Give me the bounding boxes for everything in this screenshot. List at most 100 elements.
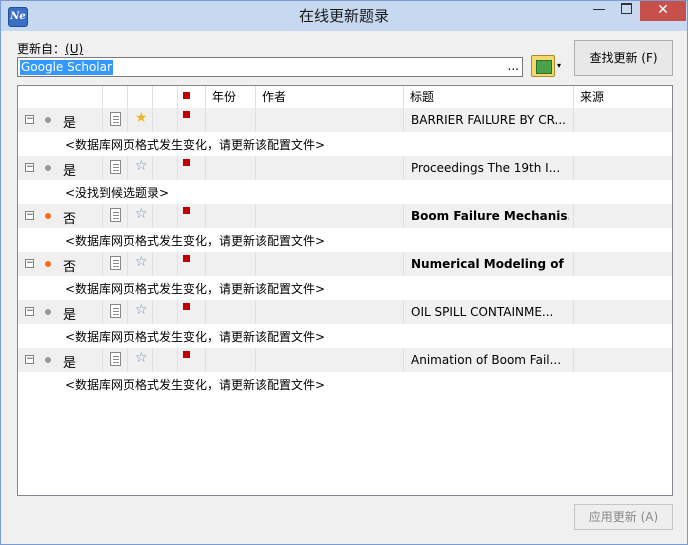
document-icon[interactable] [110, 208, 121, 222]
column-divider [573, 156, 574, 180]
row-note: <数据库网页格式发生变化，请更新该配置文件> [65, 330, 326, 344]
document-icon[interactable] [110, 160, 121, 174]
column-divider [127, 252, 128, 276]
list-item[interactable]: <数据库网页格式发生变化，请更新该配置文件> [18, 228, 672, 252]
row-note: <数据库网页格式发生变化，请更新该配置文件> [65, 378, 326, 392]
column-divider [152, 108, 153, 132]
col-header-star[interactable] [128, 86, 153, 108]
column-divider [102, 348, 103, 372]
column-divider [102, 300, 103, 324]
column-divider [177, 108, 178, 132]
flag-icon [183, 351, 190, 358]
column-divider [102, 252, 103, 276]
column-divider [403, 156, 404, 180]
table-row[interactable]: − 否 ☆ Numerical Modeling of ... [18, 252, 672, 276]
list-item[interactable]: <数据库网页格式发生变化，请更新该配置文件> [18, 276, 672, 300]
col-header-expand[interactable] [18, 86, 103, 108]
column-divider [177, 348, 178, 372]
star-icon[interactable]: ★ [135, 110, 148, 126]
column-divider [127, 108, 128, 132]
row-note: <数据库网页格式发生变化，请更新该配置文件> [65, 138, 326, 152]
collapse-icon[interactable]: − [25, 211, 34, 220]
column-divider [205, 204, 206, 228]
status-dot [45, 357, 51, 363]
row-title: Numerical Modeling of ... [411, 257, 569, 271]
column-divider [177, 204, 178, 228]
status-dot [45, 117, 51, 123]
row-title: BARRIER FAILURE BY CR... [411, 113, 566, 127]
status-dot [45, 309, 51, 315]
column-divider [255, 348, 256, 372]
maximize-button[interactable] [613, 1, 639, 21]
table-row[interactable]: − 是 ☆ OIL SPILL CONTAINME... [18, 300, 672, 324]
update-from-text: 更新自： [17, 42, 66, 56]
row-title: Proceedings The 19th I... [411, 161, 561, 175]
match-status: 是 [63, 308, 77, 323]
browse-ellipsis[interactable]: ... [508, 59, 519, 73]
column-divider [102, 108, 103, 132]
flag-icon [183, 111, 190, 118]
find-updates-button[interactable]: 查找更新 (F) [574, 40, 673, 76]
source-combo-input[interactable]: Google Scholar ... [17, 57, 523, 77]
star-icon[interactable]: ☆ [135, 254, 148, 270]
list-item[interactable]: <没找到候选题录> [18, 180, 672, 204]
column-divider [205, 300, 206, 324]
update-references-window: Ne 在线更新题录 — ✕ 更新自：(U) Google Scholar ...… [0, 0, 688, 545]
star-icon[interactable]: ☆ [135, 158, 148, 174]
match-status: 是 [63, 116, 77, 131]
document-icon[interactable] [110, 112, 121, 126]
close-button[interactable]: ✕ [640, 1, 686, 21]
column-divider [152, 348, 153, 372]
col-header-doc[interactable] [103, 86, 128, 108]
database-icon [536, 60, 552, 74]
table-row[interactable]: − 是 ☆ Proceedings The 19th I... [18, 156, 672, 180]
minimize-button[interactable]: — [586, 1, 612, 21]
flag-icon [183, 207, 190, 214]
status-dot [45, 165, 51, 171]
row-note: <没找到候选题录> [65, 186, 170, 200]
document-icon[interactable] [110, 352, 121, 366]
list-item[interactable]: <数据库网页格式发生变化，请更新该配置文件> [18, 132, 672, 156]
table-row[interactable]: − 是 ★ BARRIER FAILURE BY CR... [18, 108, 672, 132]
apply-updates-button[interactable]: 应用更新 (A) [574, 504, 673, 530]
results-list[interactable]: 年份 作者 标题 来源 − 是 ★ BARRIER FAILURE BY CR... <… [17, 85, 673, 496]
database-picker-button[interactable] [531, 55, 555, 77]
column-divider [102, 204, 103, 228]
column-divider [205, 108, 206, 132]
source-selected-text: Google Scholar [20, 60, 113, 75]
collapse-icon[interactable]: − [25, 355, 34, 364]
collapse-icon[interactable]: − [25, 163, 34, 172]
status-dot [45, 261, 51, 267]
row-title: Animation of Boom Fail... [411, 353, 562, 367]
col-header-author[interactable]: 作者 [256, 86, 404, 108]
table-row[interactable]: − 是 ☆ Animation of Boom Fail... [18, 348, 672, 372]
title-bar[interactable]: Ne 在线更新题录 — ✕ [1, 1, 687, 31]
row-note: <数据库网页格式发生变化，请更新该配置文件> [65, 234, 326, 248]
column-divider [177, 156, 178, 180]
update-from-shortcut: (U) [65, 42, 84, 56]
column-divider [127, 156, 128, 180]
star-icon[interactable]: ☆ [135, 206, 148, 222]
chevron-down-icon[interactable]: ▾ [557, 61, 561, 70]
star-icon[interactable]: ☆ [135, 302, 148, 318]
update-from-label: 更新自：(U) [17, 40, 83, 57]
document-icon[interactable] [110, 256, 121, 270]
col-header-title[interactable]: 标题 [404, 86, 574, 108]
list-item[interactable]: <数据库网页格式发生变化，请更新该配置文件> [18, 372, 672, 396]
collapse-icon[interactable]: − [25, 307, 34, 316]
col-header-blank[interactable] [153, 86, 178, 108]
column-divider [152, 300, 153, 324]
list-item[interactable]: <数据库网页格式发生变化，请更新该配置文件> [18, 324, 672, 348]
column-divider [255, 252, 256, 276]
collapse-icon[interactable]: − [25, 115, 34, 124]
column-divider [127, 300, 128, 324]
star-icon[interactable]: ☆ [135, 350, 148, 366]
column-divider [403, 204, 404, 228]
col-header-year[interactable]: 年份 [206, 86, 256, 108]
document-icon[interactable] [110, 304, 121, 318]
column-divider [573, 348, 574, 372]
table-row[interactable]: − 否 ☆ Boom Failure Mechanis... [18, 204, 672, 228]
flag-icon [183, 303, 190, 310]
collapse-icon[interactable]: − [25, 259, 34, 268]
col-header-source[interactable]: 来源 [574, 86, 672, 108]
